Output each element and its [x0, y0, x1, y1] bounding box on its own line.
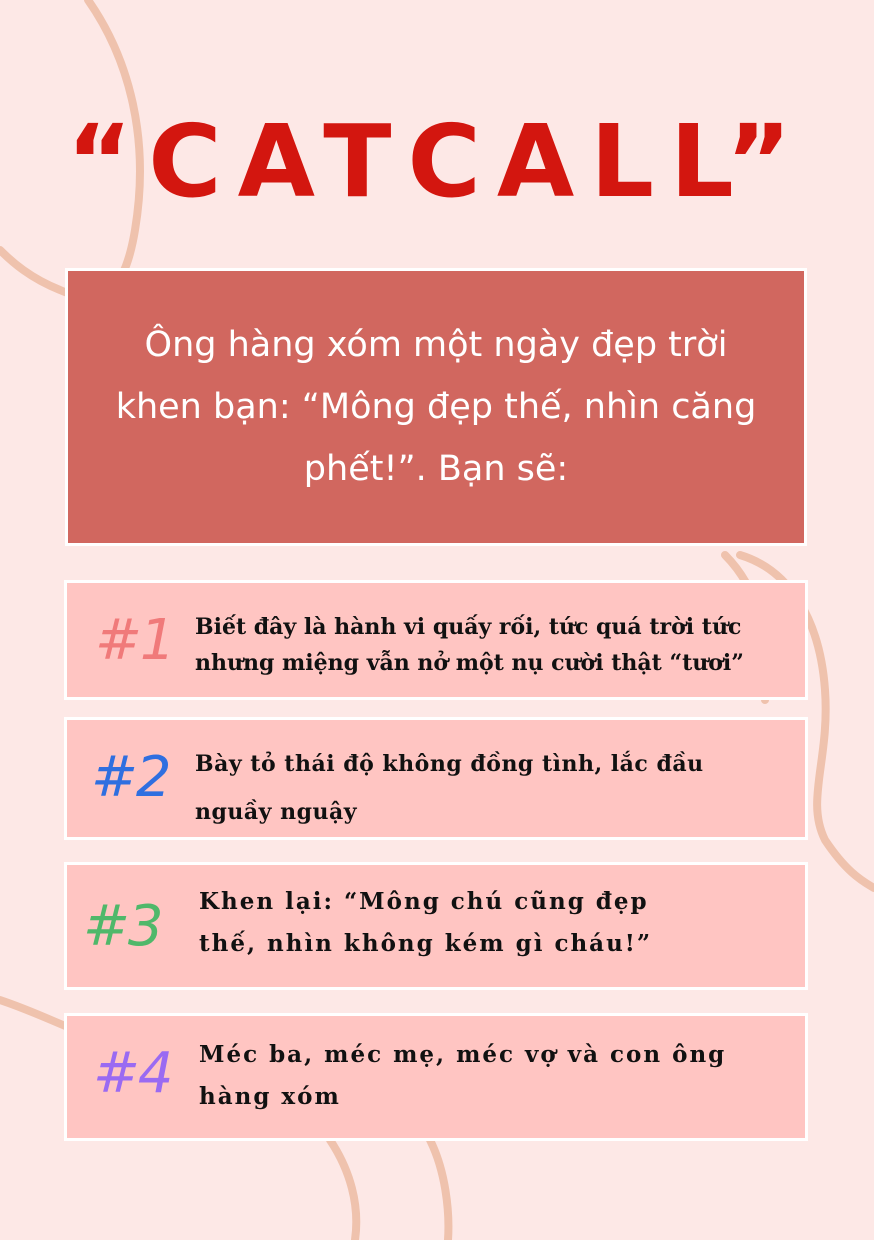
option-number-1: #1: [95, 608, 176, 673]
option-number-4: #4: [93, 1041, 174, 1106]
option-text-3: Khen lại: “Mông chú cũng đẹp thế, nhìn k…: [199, 888, 653, 957]
option-text-1: Biết đây là hành vi quấy rối, tức quá tr…: [195, 614, 744, 676]
question-text: Ông hàng xóm một ngày đẹp trời khen bạn:…: [115, 325, 757, 489]
option-number-3: #3: [83, 894, 164, 959]
option-text-4: Méc ba, méc mẹ, méc vợ và con ông hàng x…: [199, 1041, 727, 1110]
option-number-2: #2: [91, 745, 172, 810]
option-card-4: #4 Méc ba, méc mẹ, méc vợ và con ông hàn…: [64, 1013, 808, 1141]
option-card-1: #1 Biết đây là hành vi quấy rối, tức quá…: [64, 580, 808, 700]
option-text-2: Bày tỏ thái độ không đồng tình, lắc đầu …: [195, 751, 704, 825]
page-title: “CATCALL”: [66, 103, 808, 220]
question-card: Ông hàng xóm một ngày đẹp trời khen bạn:…: [65, 268, 807, 546]
option-card-2: #2 Bày tỏ thái độ không đồng tình, lắc đ…: [64, 717, 808, 840]
option-card-3: #3 Khen lại: “Mông chú cũng đẹp thế, nhì…: [64, 862, 808, 990]
